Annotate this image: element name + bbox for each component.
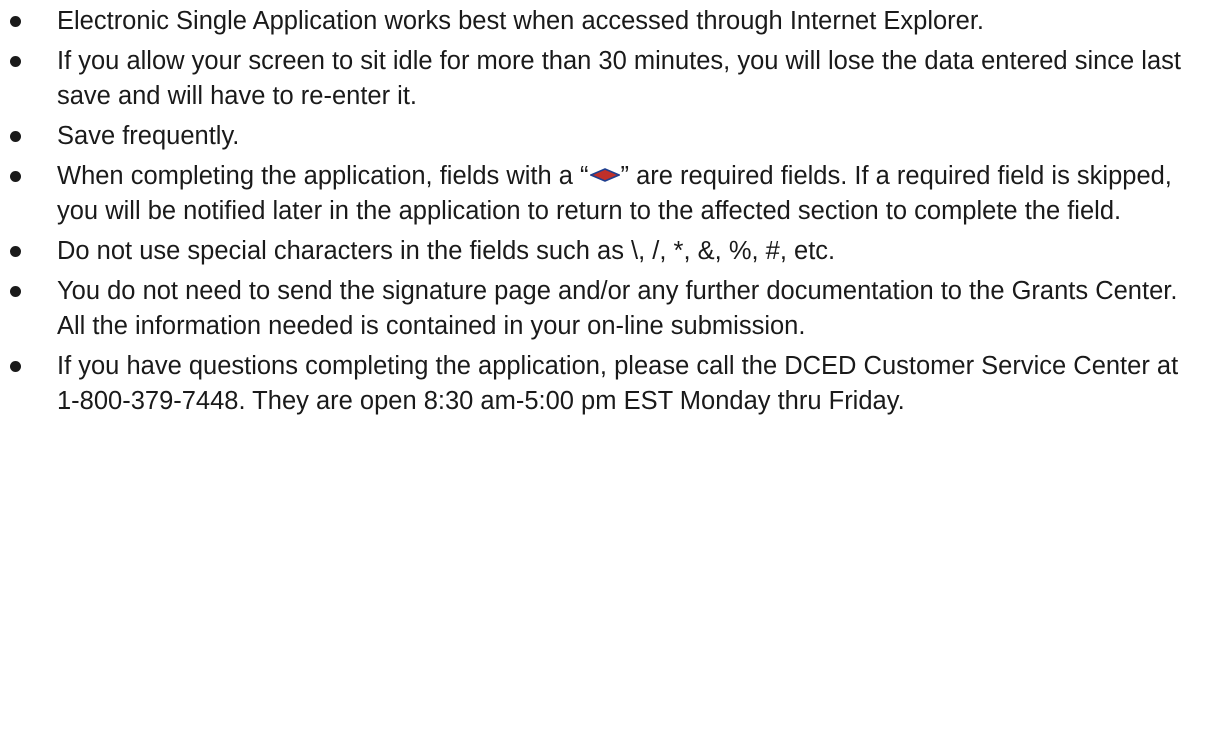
list-item-text: Electronic Single Application works best…: [57, 7, 985, 35]
list-item-required-fields: When completing the application, fields …: [0, 159, 1205, 229]
list-item-browser: Electronic Single Application works best…: [0, 4, 1205, 39]
list-item-text: You do not need to send the signature pa…: [57, 277, 1178, 340]
list-item-text: If you have questions completing the app…: [57, 352, 1179, 415]
list-item-idle-timeout: If you allow your screen to sit idle for…: [0, 44, 1205, 114]
list-item-save: Save frequently.: [0, 119, 1205, 154]
document-page: Electronic Single Application works best…: [0, 0, 1205, 742]
list-item-text: Do not use special characters in the fie…: [57, 237, 836, 265]
bullet-icon: [10, 16, 21, 27]
required-field-diamond-icon: [589, 168, 620, 183]
bullet-icon: [10, 56, 21, 67]
bullet-icon: [10, 286, 21, 297]
list-item-text-before: When completing the application, fields …: [57, 162, 589, 190]
list-item-signature-page: You do not need to send the signature pa…: [0, 274, 1205, 344]
list-item-text: If you allow your screen to sit idle for…: [57, 47, 1181, 110]
instructions-list: Electronic Single Application works best…: [0, 4, 1205, 424]
bullet-icon: [10, 246, 21, 257]
bullet-icon: [10, 361, 21, 372]
bullet-icon: [10, 131, 21, 142]
list-item-text: Save frequently.: [57, 122, 240, 150]
list-item-contact: If you have questions completing the app…: [0, 349, 1205, 419]
list-item-special-characters: Do not use special characters in the fie…: [0, 234, 1205, 269]
bullet-icon: [10, 171, 21, 182]
